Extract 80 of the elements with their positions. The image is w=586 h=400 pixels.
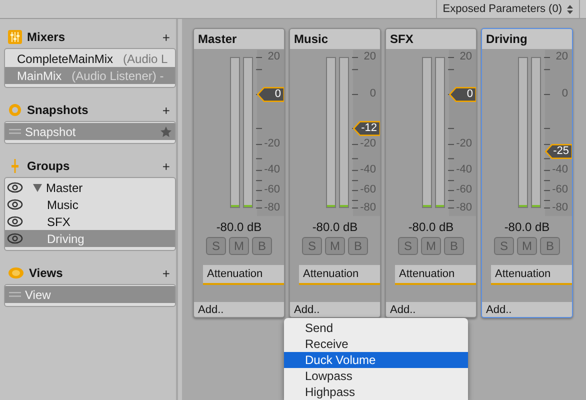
scale-label: -60 [264, 184, 280, 196]
fader-handle[interactable]: -25 [545, 144, 572, 160]
add-button[interactable]: + [156, 30, 176, 44]
mixer-strip[interactable]: Music 20 0 -20 -40 -60 -80 -12 -80.0 dB S M B Attenuation Add.. [289, 28, 381, 318]
aperture-icon [8, 103, 22, 117]
add-button[interactable]: + [156, 266, 176, 280]
volume-readout: -80.0 dB [312, 220, 358, 234]
add-effect-button[interactable]: Add.. [482, 302, 572, 317]
scale-label: -80 [552, 202, 568, 214]
scale-label: -80 [456, 202, 472, 214]
add-button[interactable]: + [156, 158, 176, 174]
snapshot-name: Snapshot [25, 124, 77, 138]
volume-readout: -80.0 dB [216, 220, 262, 234]
sliders-icon [8, 30, 22, 44]
section-title: Mixers [27, 30, 66, 44]
fader-handle[interactable]: -12 [353, 120, 380, 136]
scale-label: 0 [562, 88, 568, 100]
scale-label: -40 [264, 164, 280, 176]
eye-icon[interactable] [7, 233, 23, 244]
volume-readout: -80.0 dB [504, 220, 550, 234]
effect-slot[interactable]: Attenuation [491, 265, 572, 285]
scale-label: -60 [552, 184, 568, 196]
eye-icon[interactable] [7, 199, 23, 210]
view-name: View [25, 288, 51, 302]
scale-label: 20 [460, 52, 472, 62]
drag-handle-icon [9, 129, 21, 134]
scale-label: 0 [370, 88, 376, 100]
effect-slot[interactable]: Attenuation [395, 265, 476, 285]
add-button[interactable]: + [156, 102, 176, 118]
scale-label: -40 [552, 164, 568, 176]
add-effect-button[interactable]: Add.. [386, 302, 476, 317]
scale-label: -20 [456, 138, 472, 150]
mixer-output: (Audio L [123, 52, 168, 66]
mixer-strip[interactable]: Master 20 -20 -40 -60 -80 0 -80.0 dB S M B Attenuation Add.. [193, 28, 285, 318]
section-title: Views [29, 266, 64, 280]
scale-label: -80 [360, 202, 376, 214]
scale-label: 20 [268, 52, 280, 62]
add-effect-button[interactable]: Add.. [290, 302, 380, 317]
drag-handle-icon [9, 292, 21, 297]
mixer-name: CompleteMainMix [17, 52, 114, 66]
menu-item[interactable]: Receive [284, 336, 468, 352]
strip-title: Music [290, 29, 380, 49]
effect-slot[interactable]: Attenuation [203, 265, 284, 285]
group-name[interactable]: Music [47, 198, 78, 212]
section-title: Groups [27, 159, 71, 173]
mixer-name: MainMix [17, 68, 62, 82]
scale-label: -60 [360, 184, 376, 196]
menu-item[interactable]: Lowpass [284, 368, 468, 384]
mixer-strip[interactable]: Driving 20 0 -40 -60 -80 -25 -80.0 dB S M B Attenuation Add.. [481, 28, 573, 318]
eye-icon[interactable] [7, 182, 23, 193]
mixer-output: (Audio Listener) - [72, 68, 164, 82]
menu-item[interactable]: Send [284, 320, 468, 336]
scale-label: -40 [360, 164, 376, 176]
star-icon[interactable] [160, 126, 172, 138]
volume-readout: -80.0 dB [408, 220, 454, 234]
eye-icon [8, 267, 24, 279]
effect-slot[interactable]: Attenuation [299, 265, 380, 285]
strip-title: Driving [482, 29, 572, 49]
strip-title: SFX [386, 29, 476, 49]
add-effect-button[interactable]: Add.. [194, 302, 284, 317]
scale-label: -40 [456, 164, 472, 176]
group-name[interactable]: Master [46, 180, 83, 194]
scale-label: -80 [264, 202, 280, 214]
scale-label: 20 [556, 52, 568, 62]
eye-icon[interactable] [7, 216, 23, 227]
group-name[interactable]: SFX [47, 214, 70, 228]
scale-label: -60 [456, 184, 472, 196]
section-title: Snapshots [27, 103, 90, 117]
menu-item[interactable]: Duck Volume [284, 352, 468, 368]
fader-handle[interactable]: 0 [449, 86, 476, 102]
scale-label: -20 [360, 138, 376, 150]
scale-label: -20 [264, 138, 280, 150]
mixer-strip[interactable]: SFX 20 -20 -40 -60 -80 0 -80.0 dB S M B Attenuation Add.. [385, 28, 477, 318]
mixer-row[interactable]: CompleteMainMix (Audio L [5, 50, 175, 67]
menu-item[interactable]: Highpass [284, 384, 468, 400]
strip-title: Master [194, 29, 284, 49]
up-down-arrows-icon [567, 4, 573, 14]
fader-handle[interactable]: 0 [257, 86, 284, 102]
scale-label: 20 [364, 52, 376, 62]
expand-triangle-icon[interactable] [33, 184, 42, 192]
